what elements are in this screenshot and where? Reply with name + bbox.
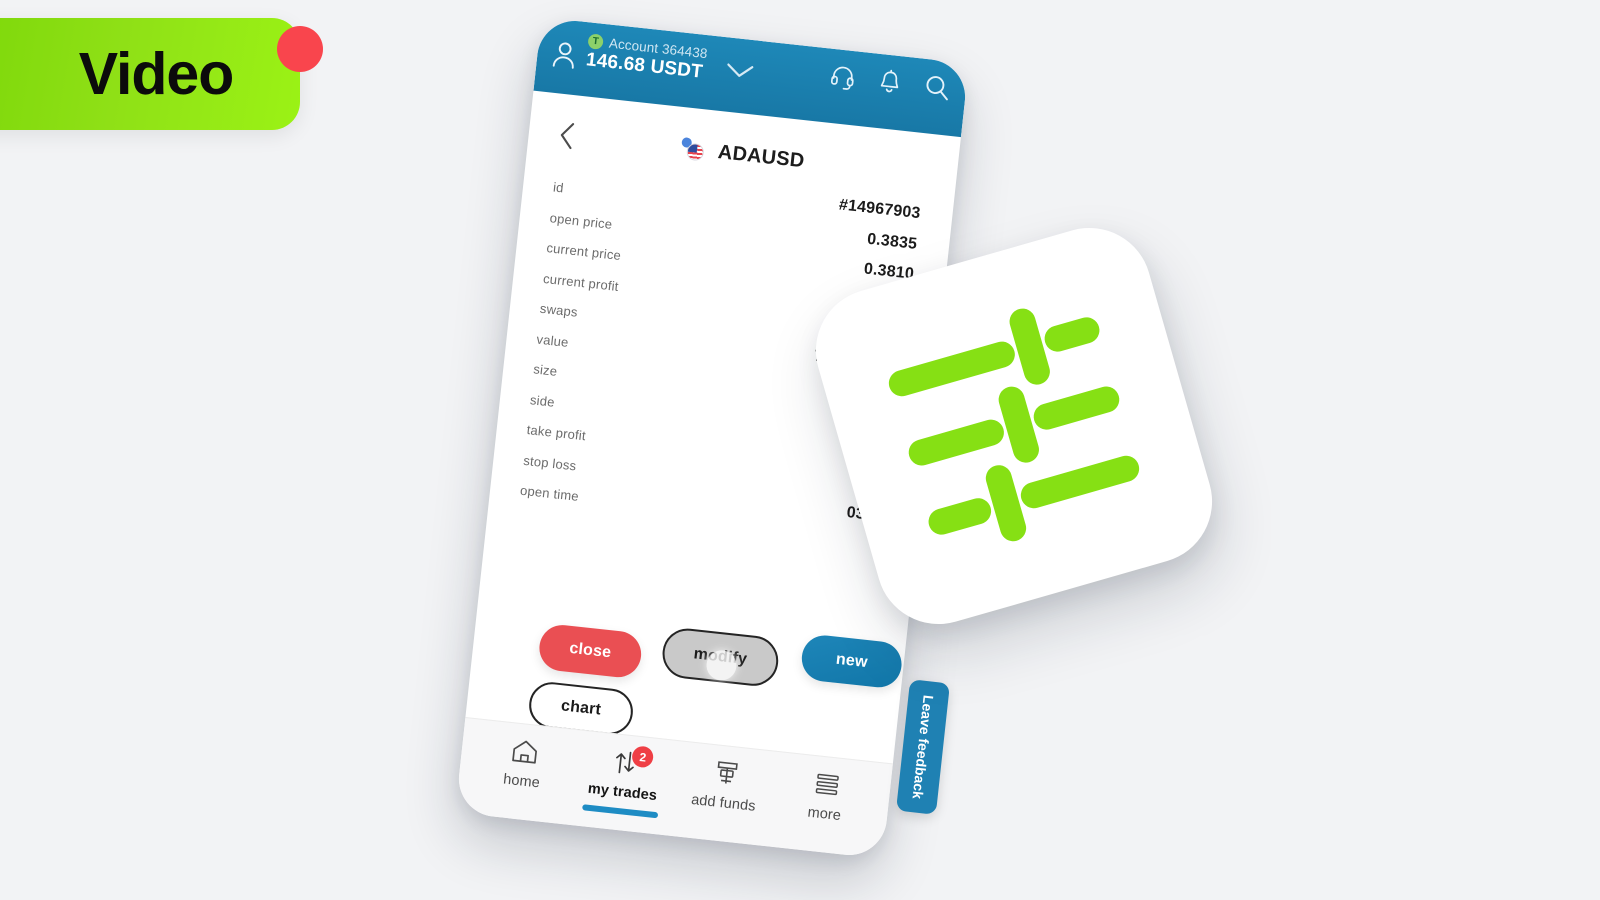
headset-icon[interactable] bbox=[828, 63, 857, 92]
header-icon-group bbox=[828, 63, 951, 102]
detail-label: open price bbox=[549, 209, 614, 232]
modify-button[interactable]: modify bbox=[660, 626, 781, 689]
nav-item-more[interactable]: more bbox=[778, 765, 875, 828]
record-dot-icon bbox=[277, 26, 323, 72]
close-button[interactable]: close bbox=[537, 622, 644, 680]
page-title: ADAUSD bbox=[716, 140, 806, 172]
bell-icon[interactable] bbox=[876, 68, 904, 97]
home-icon bbox=[509, 735, 540, 768]
active-tab-indicator bbox=[582, 804, 659, 819]
nav-item-home[interactable]: home bbox=[475, 732, 572, 795]
detail-label: swaps bbox=[539, 300, 579, 320]
currency-pair-icon bbox=[680, 137, 708, 162]
nav-label: home bbox=[502, 771, 541, 792]
nav-item-add-funds[interactable]: add funds bbox=[677, 754, 774, 817]
nav-item-my-trades[interactable]: 2 my trades bbox=[576, 743, 673, 819]
detail-label: open time bbox=[519, 482, 580, 504]
detail-label: value bbox=[535, 331, 570, 350]
account-type-badge: T bbox=[587, 33, 604, 50]
nav-label: my trades bbox=[587, 780, 658, 805]
detail-label: stop loss bbox=[522, 452, 578, 473]
account-texts: T Account 364438 146.68 USDT bbox=[585, 33, 708, 84]
search-icon[interactable] bbox=[923, 73, 952, 102]
new-button[interactable]: new bbox=[799, 633, 904, 690]
menu-icon bbox=[812, 768, 843, 801]
back-button[interactable] bbox=[555, 120, 579, 157]
symbol-header: ADAUSD bbox=[680, 137, 806, 173]
nav-label: add funds bbox=[690, 791, 757, 815]
detail-label: id bbox=[552, 179, 565, 196]
chevron-down-icon[interactable] bbox=[723, 60, 755, 86]
video-badge-label: Video bbox=[78, 41, 235, 107]
atm-icon bbox=[711, 757, 742, 790]
person-icon bbox=[550, 39, 579, 72]
screenshot-root: Video T Account 364438 146.68 USDT ADAUS… bbox=[0, 0, 1600, 900]
video-badge: Video bbox=[0, 18, 300, 130]
coin-quote-flag-icon bbox=[686, 142, 705, 162]
detail-label: side bbox=[529, 391, 556, 410]
account-switcher[interactable]: T Account 364438 146.68 USDT bbox=[550, 29, 832, 99]
leave-feedback-tab[interactable]: Leave feedback bbox=[895, 679, 951, 815]
nav-label: more bbox=[806, 804, 842, 825]
detail-label: take profit bbox=[526, 421, 587, 444]
leave-feedback-label: Leave feedback bbox=[909, 694, 937, 800]
detail-label: size bbox=[532, 361, 559, 379]
